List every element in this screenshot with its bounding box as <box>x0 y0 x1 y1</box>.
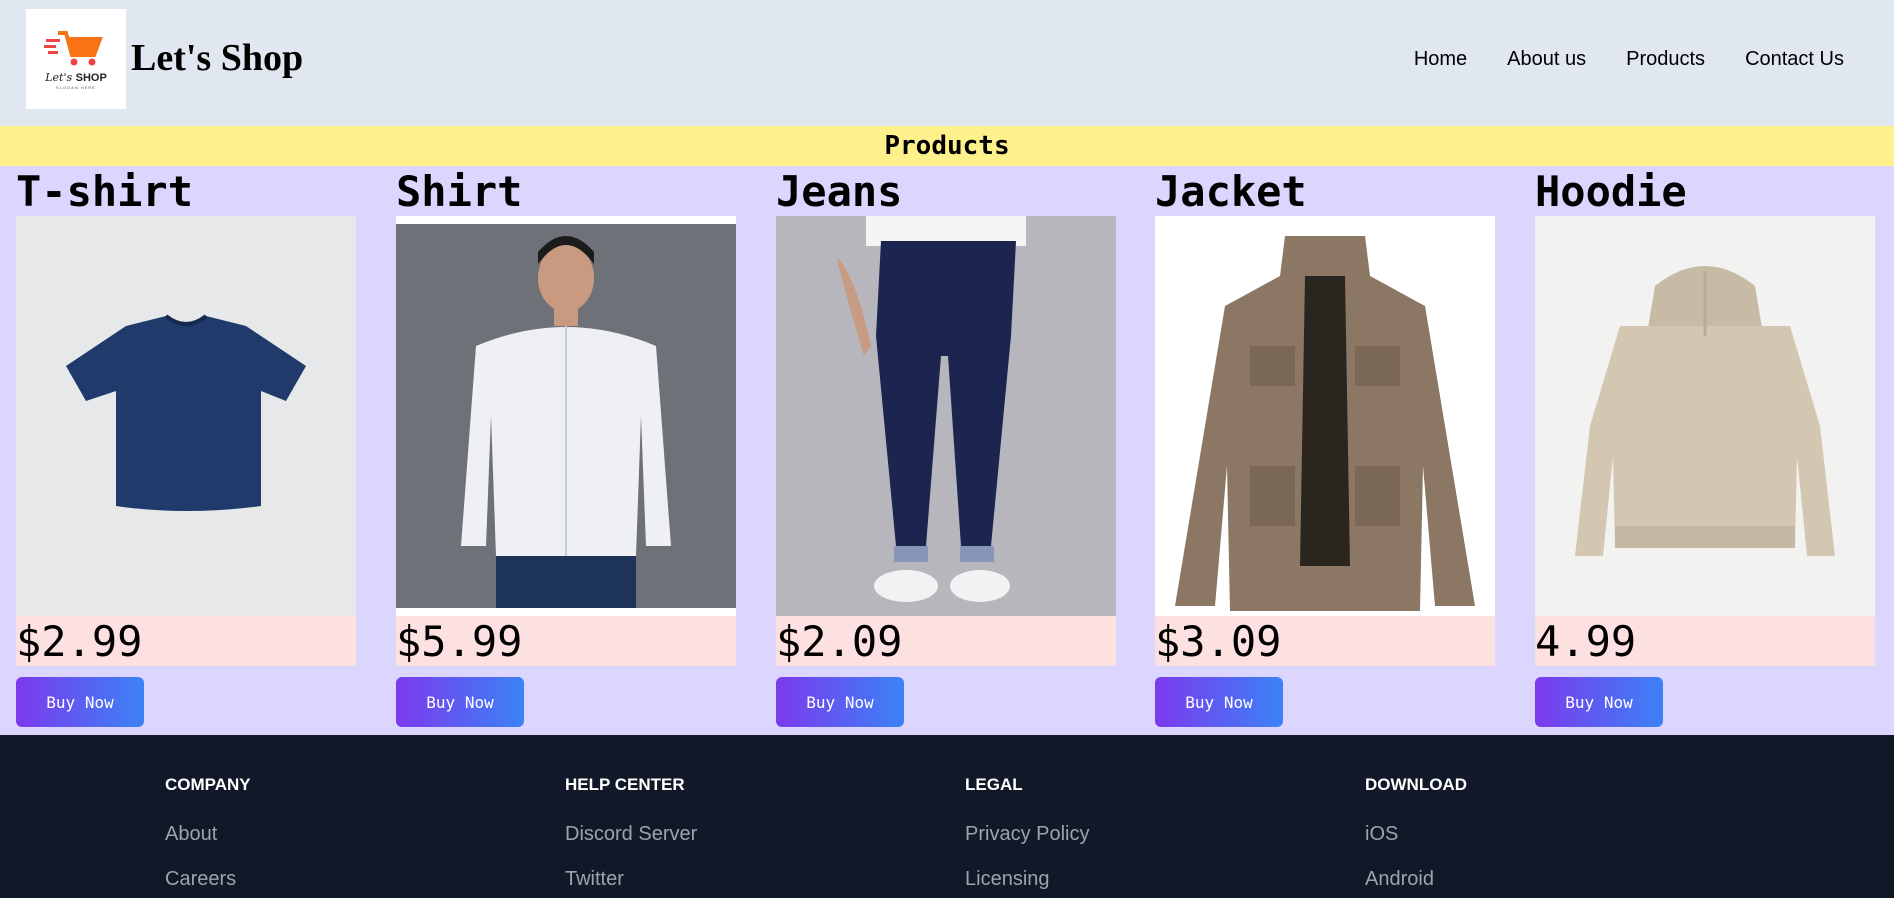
footer-heading: LEGAL <box>965 775 1023 794</box>
product-image-tshirt[interactable] <box>16 216 356 616</box>
footer-link-ios[interactable]: iOS <box>1365 823 1467 846</box>
footer-link-privacy-policy[interactable]: Privacy Policy <box>965 823 1089 846</box>
nav-contact-us[interactable]: Contact Us <box>1745 47 1844 71</box>
footer-link-about[interactable]: About <box>165 823 251 846</box>
product-image-hoodie[interactable] <box>1535 216 1875 616</box>
product-price: $2.09 <box>776 616 1116 666</box>
section-banner: Products <box>0 126 1894 166</box>
footer-heading: COMPANY <box>165 775 251 794</box>
logo[interactable]: Let's SHOP SLOGAN HERE <box>26 9 126 109</box>
product-image-jacket[interactable] <box>1155 216 1495 616</box>
product-title: T-shirt <box>16 167 194 216</box>
product-title: Hoodie <box>1535 167 1687 216</box>
nav-home[interactable]: Home <box>1414 47 1467 71</box>
product-grid: T-shirt $2.99 Buy Now Shirt $5.99 Buy No… <box>0 166 1894 735</box>
buy-now-button[interactable]: Buy Now <box>1155 677 1283 727</box>
site-footer: COMPANY About Careers HELP CENTER Discor… <box>0 735 1894 898</box>
shopping-cart-icon <box>44 31 103 66</box>
footer-link-licensing[interactable]: Licensing <box>965 868 1089 891</box>
site-header: Let's SHOP SLOGAN HERE Let's Shop Home A… <box>0 0 1894 126</box>
footer-column-help-center: HELP CENTER Discord Server Twitter <box>565 775 697 891</box>
footer-column-company: COMPANY About Careers <box>165 775 251 891</box>
footer-link-twitter[interactable]: Twitter <box>565 868 697 891</box>
main-nav: Home About us Products Contact Us <box>1414 47 1844 71</box>
buy-now-button[interactable]: Buy Now <box>396 677 524 727</box>
footer-link-android[interactable]: Android <box>1365 868 1467 891</box>
nav-about-us[interactable]: About us <box>1507 47 1586 71</box>
product-card-jeans: Jeans $2.09 Buy Now <box>776 166 1116 727</box>
product-card-shirt: Shirt $5.99 Buy Now <box>396 166 736 727</box>
product-image-jeans[interactable] <box>776 216 1116 616</box>
product-card-tshirt: T-shirt $2.99 Buy Now <box>16 166 356 727</box>
brand-title: Let's Shop <box>131 37 304 79</box>
product-card-jacket: Jacket $3.09 Buy Now <box>1155 166 1495 727</box>
footer-link-careers[interactable]: Careers <box>165 868 251 891</box>
product-card-hoodie: Hoodie 4.99 Buy Now <box>1535 166 1875 727</box>
nav-products[interactable]: Products <box>1626 47 1705 71</box>
product-image-shirt[interactable] <box>396 216 736 616</box>
footer-link-discord[interactable]: Discord Server <box>565 823 697 846</box>
footer-heading: HELP CENTER <box>565 775 685 794</box>
product-title: Shirt <box>396 167 523 216</box>
buy-now-button[interactable]: Buy Now <box>1535 677 1663 727</box>
product-price: $3.09 <box>1155 616 1495 666</box>
product-price: 4.99 <box>1535 616 1875 666</box>
product-price: $5.99 <box>396 616 736 666</box>
logo-slogan: SLOGAN HERE <box>56 85 96 90</box>
footer-heading: DOWNLOAD <box>1365 775 1467 794</box>
logo-wordmark: Let's SHOP <box>45 71 107 84</box>
footer-column-legal: LEGAL Privacy Policy Licensing <box>965 775 1089 891</box>
buy-now-button[interactable]: Buy Now <box>16 677 144 727</box>
product-title: Jacket <box>1155 167 1307 216</box>
buy-now-button[interactable]: Buy Now <box>776 677 904 727</box>
footer-column-download: DOWNLOAD iOS Android <box>1365 775 1467 891</box>
product-price: $2.99 <box>16 616 356 666</box>
product-title: Jeans <box>776 167 903 216</box>
